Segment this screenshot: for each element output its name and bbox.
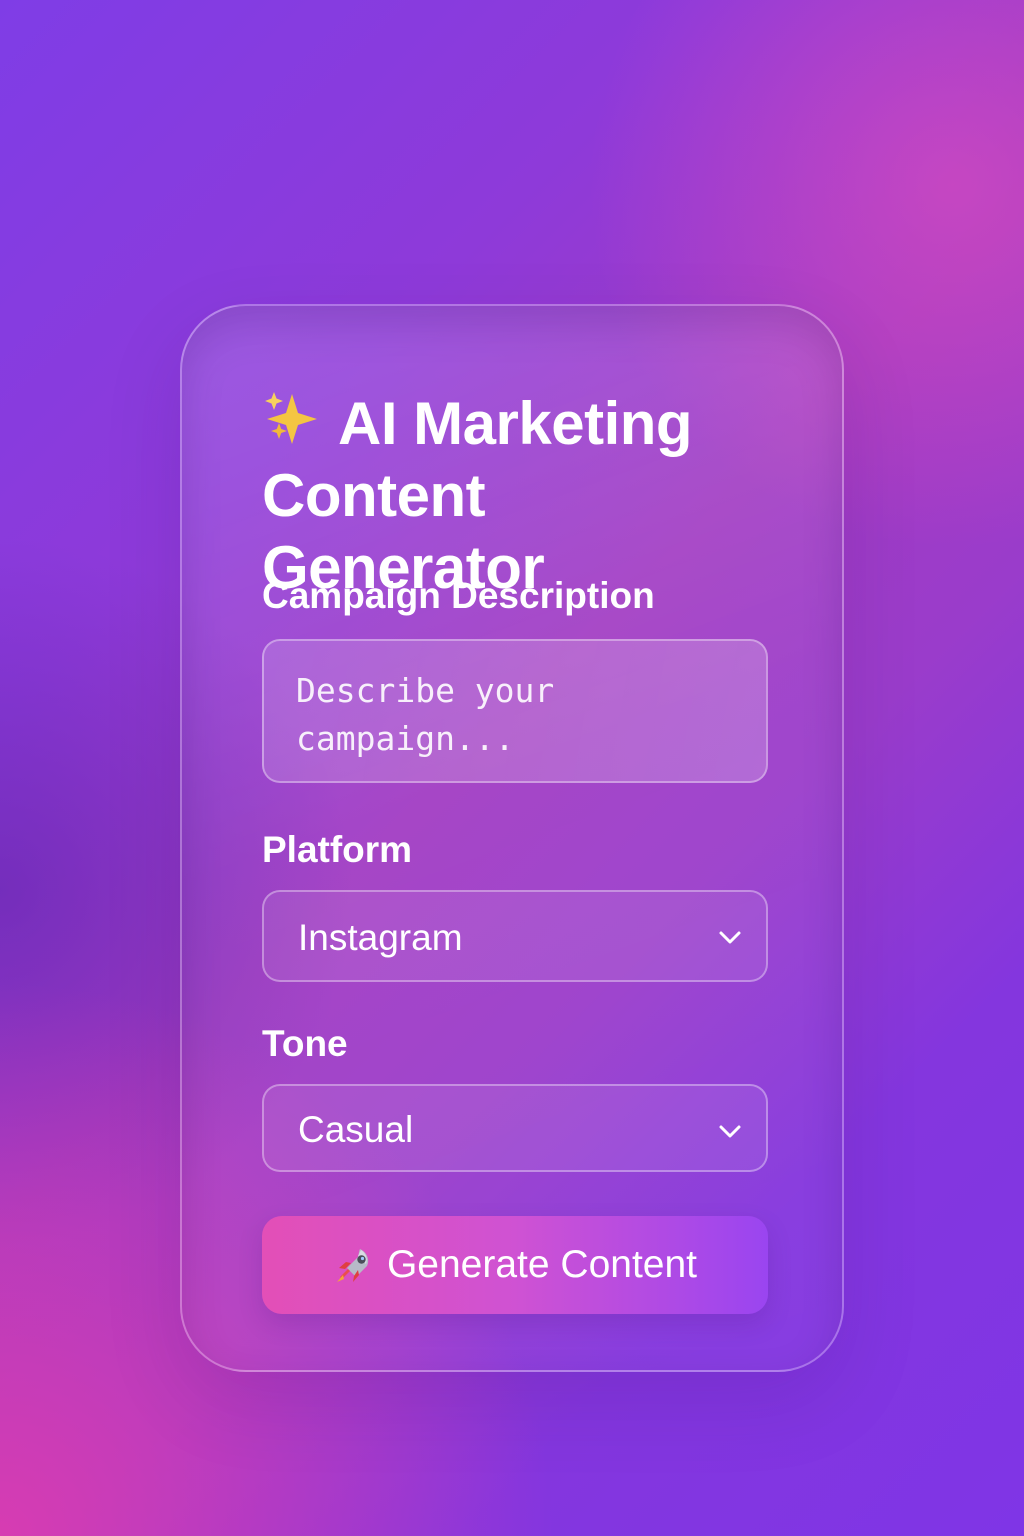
generate-content-button[interactable]: Generate Content [262, 1216, 768, 1314]
platform-label: Platform [262, 829, 413, 870]
chevron-down-icon [719, 931, 741, 944]
tone-selected-value: Casual [298, 1109, 414, 1150]
generate-content-label: Generate Content [386, 1243, 698, 1286]
rocket-icon [333, 1244, 375, 1286]
campaign-description-placeholder: Describe your campaign... [296, 671, 555, 758]
content-generator-card: AI Marketing Content Generator Campaign … [180, 304, 844, 1372]
page-title: AI Marketing Content Generator [262, 388, 782, 604]
campaign-description-textarea[interactable]: Describe your campaign... [262, 639, 768, 783]
campaign-description-label: Campaign Description [262, 575, 655, 616]
platform-select[interactable]: Instagram [262, 890, 768, 982]
chevron-down-icon [719, 1125, 741, 1138]
platform-selected-value: Instagram [298, 917, 463, 958]
sparkles-icon [262, 390, 328, 448]
tone-label: Tone [262, 1023, 348, 1064]
tone-select[interactable]: Casual [262, 1084, 768, 1172]
